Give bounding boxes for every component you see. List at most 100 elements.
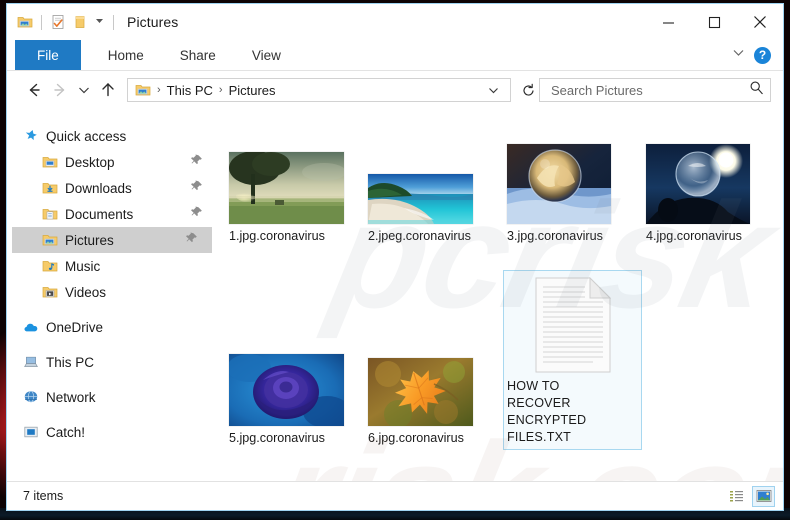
help-button[interactable]: ? <box>754 46 771 64</box>
forward-button[interactable] <box>47 77 73 103</box>
sidebar-label-quick-access: Quick access <box>46 128 127 144</box>
computer-icon <box>23 354 39 370</box>
details-view-icon <box>730 491 743 502</box>
sidebar-label-documents: Documents <box>65 206 134 222</box>
folder-pictures-icon[interactable] <box>17 14 33 30</box>
back-button[interactable] <box>21 77 47 103</box>
sidebar-gap-1 <box>7 305 217 314</box>
file-item-3[interactable]: 3.jpg.coronavirus <box>503 119 642 248</box>
sidebar-item-onedrive[interactable]: OneDrive <box>7 314 217 340</box>
quick-access-toolbar <box>7 13 116 31</box>
qat-separator <box>41 14 42 30</box>
cloud-icon <box>23 319 39 335</box>
pin-icon[interactable] <box>191 153 203 171</box>
file-item-ransom-note[interactable]: HOW TO RECOVER ENCRYPTED FILES.TXT <box>503 270 642 450</box>
recent-locations-button[interactable] <box>73 77 95 103</box>
file-item-1[interactable]: 1.jpg.coronavirus <box>225 119 364 248</box>
address-dropdown-icon[interactable] <box>481 84 506 97</box>
file-item-5[interactable]: 5.jpg.coronavirus <box>225 321 364 450</box>
sidebar-item-downloads[interactable]: Downloads <box>7 175 217 201</box>
sidebar-label-catch: Catch! <box>46 424 86 440</box>
refresh-button[interactable] <box>517 78 539 102</box>
search-box[interactable] <box>539 78 771 102</box>
grid-row: 5.jpg.coronavirus 6.jpg.coronavirus HOW … <box>225 270 783 450</box>
thumbnail-tree-sunset <box>229 152 344 224</box>
address-folder-icon <box>135 82 151 98</box>
minimize-button[interactable] <box>645 7 691 37</box>
sidebar-item-pictures[interactable]: Pictures <box>12 227 212 253</box>
pin-icon[interactable] <box>191 205 203 223</box>
star-icon <box>23 128 39 144</box>
sidebar-item-quick-access[interactable]: Quick access <box>7 123 217 149</box>
file-name: 5.jpg.coronavirus <box>229 431 325 445</box>
file-item-2[interactable]: 2.jpeg.coronavirus <box>364 119 503 248</box>
file-name: 1.jpg.coronavirus <box>229 229 325 243</box>
search-input[interactable] <box>549 81 749 99</box>
folder-documents-icon <box>42 206 58 222</box>
folder-desktop-icon <box>42 154 58 170</box>
sidebar-label-this-pc: This PC <box>46 354 95 370</box>
file-list-view[interactable]: 1.jpg.coronavirus 2.jpeg.coronavirus 3.j… <box>217 109 783 481</box>
sidebar-label-videos: Videos <box>65 284 107 300</box>
sidebar-label-desktop: Desktop <box>65 154 115 170</box>
sidebar-item-videos[interactable]: Videos <box>7 279 217 305</box>
sidebar-item-catch[interactable]: Catch! <box>7 419 217 445</box>
file-name: 6.jpg.coronavirus <box>368 431 464 445</box>
item-count-label: 7 items <box>23 489 64 503</box>
breadcrumb-separator-2: › <box>218 84 223 96</box>
folder-pictures-icon <box>42 232 58 248</box>
explorer-body: Quick access Desktop Downloads Documents… <box>7 109 783 481</box>
thumbnail-blue-rose <box>229 354 344 426</box>
sidebar-item-desktop[interactable]: Desktop <box>7 149 217 175</box>
breadcrumb-pictures[interactable]: Pictures <box>229 83 276 98</box>
status-bar: 7 items <box>7 481 783 510</box>
file-item-6[interactable]: 6.jpg.coronavirus <box>364 321 503 450</box>
thumbnail-wrap <box>368 122 499 224</box>
breadcrumb-separator-1: › <box>157 84 161 96</box>
sidebar-label-pictures: Pictures <box>65 232 114 248</box>
tab-view[interactable]: View <box>235 40 298 70</box>
tab-share[interactable]: Share <box>163 40 233 70</box>
tab-home[interactable]: Home <box>91 40 161 70</box>
properties-icon[interactable] <box>50 14 66 30</box>
window-title: Pictures <box>127 14 179 30</box>
navigation-pane: Quick access Desktop Downloads Documents… <box>7 109 217 481</box>
folder-downloads-icon <box>42 180 58 196</box>
sidebar-label-music: Music <box>65 258 101 274</box>
address-bar[interactable]: › This PC › Pictures <box>127 78 511 102</box>
file-name: 2.jpeg.coronavirus <box>368 229 471 243</box>
large-icons-view-button[interactable] <box>752 485 775 507</box>
breadcrumb-this-pc[interactable]: This PC <box>167 83 213 98</box>
pin-icon[interactable] <box>191 179 203 197</box>
thumbnail-beach <box>368 174 473 224</box>
tab-file[interactable]: File <box>15 40 81 70</box>
chevron-down-icon[interactable] <box>731 45 746 65</box>
thumbnail-wrap <box>368 324 499 426</box>
sidebar-label-downloads: Downloads <box>65 180 132 196</box>
maximize-button[interactable] <box>691 7 737 37</box>
thumbnail-wrap <box>507 122 638 224</box>
text-document-icon <box>535 277 611 373</box>
sidebar-item-this-pc[interactable]: This PC <box>7 349 217 375</box>
window-controls <box>645 4 783 40</box>
close-button[interactable] <box>737 7 783 37</box>
details-view-button[interactable] <box>725 486 748 507</box>
sidebar-gap-3 <box>7 375 217 384</box>
address-bar-row: › This PC › Pictures <box>7 71 783 109</box>
sidebar-item-music[interactable]: Music <box>7 253 217 279</box>
sidebar-label-network: Network <box>46 389 96 405</box>
sidebar-item-documents[interactable]: Documents <box>7 201 217 227</box>
up-button[interactable] <box>95 77 121 103</box>
thumbnail-moon-bubble <box>646 144 750 224</box>
title-bar: Pictures <box>7 4 783 40</box>
pin-icon[interactable] <box>186 231 198 249</box>
file-item-4[interactable]: 4.jpg.coronavirus <box>642 119 781 248</box>
view-toggle-group <box>725 485 775 507</box>
ribbon-right-controls: ? <box>731 40 783 70</box>
search-icon[interactable] <box>749 80 764 100</box>
new-folder-icon[interactable] <box>72 14 88 30</box>
customize-qat-chevron-icon[interactable] <box>94 13 105 31</box>
sidebar-item-network[interactable]: Network <box>7 384 217 410</box>
thumbnail-wrap <box>507 273 638 373</box>
folder-music-icon <box>42 258 58 274</box>
